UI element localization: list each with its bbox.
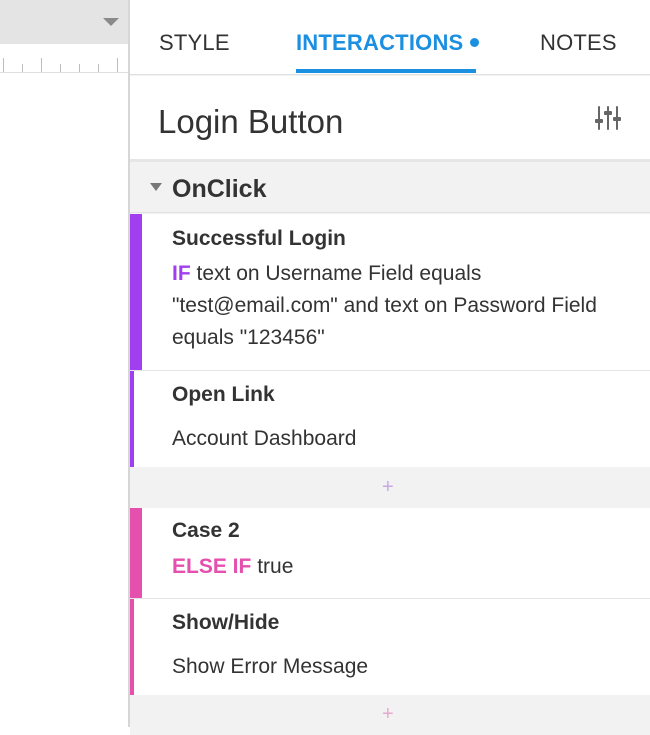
action-name: Show/Hide bbox=[172, 611, 280, 634]
add-action-row: + bbox=[130, 470, 650, 508]
condition-text: true bbox=[251, 555, 294, 578]
action-show-hide[interactable]: Show/Hide Show Error Message bbox=[130, 598, 650, 695]
case-condition: IF text on Username Field equals "test@e… bbox=[172, 258, 632, 354]
condition-keyword: IF bbox=[172, 262, 191, 285]
event-header-onclick[interactable]: OnClick bbox=[130, 165, 650, 213]
add-action-row: + bbox=[130, 697, 650, 735]
indicator-dot-icon bbox=[470, 37, 480, 47]
ruler-tick bbox=[22, 64, 23, 72]
collapse-caret-icon[interactable] bbox=[150, 183, 162, 191]
horizontal-ruler bbox=[0, 44, 129, 73]
inspector-panel: STYLE INTERACTIONS NOTES Login Button On… bbox=[130, 0, 650, 735]
condition-keyword: ELSE IF bbox=[172, 555, 252, 578]
case-color-bar bbox=[130, 214, 142, 370]
case-color-bar bbox=[130, 508, 142, 598]
action-color-bar bbox=[130, 599, 134, 695]
action-name: Open Link bbox=[172, 383, 275, 406]
canvas-toolbar bbox=[0, 0, 129, 44]
ruler-tick bbox=[3, 58, 4, 72]
ruler-tick bbox=[60, 64, 61, 72]
active-tab-underline bbox=[296, 69, 476, 73]
action-open-link[interactable]: Open Link Account Dashboard bbox=[130, 370, 650, 467]
condition-text: text on Username Field equals "test@emai… bbox=[172, 262, 597, 349]
widget-title: Login Button bbox=[158, 103, 344, 140]
action-color-bar bbox=[130, 371, 134, 467]
ruler-tick bbox=[117, 58, 118, 72]
tab-style[interactable]: STYLE bbox=[159, 30, 230, 56]
event-name: OnClick bbox=[172, 175, 267, 203]
case-name: Successful Login bbox=[172, 227, 346, 250]
case-name: Case 2 bbox=[172, 519, 240, 542]
chevron-down-icon[interactable] bbox=[103, 18, 119, 26]
widget-header: Login Button bbox=[130, 76, 650, 162]
add-icon[interactable]: + bbox=[382, 476, 394, 499]
inspector-tabs: STYLE INTERACTIONS NOTES bbox=[130, 0, 650, 75]
sliders-icon[interactable] bbox=[594, 104, 622, 132]
case-successful-login[interactable]: Successful Login IF text on Username Fie… bbox=[130, 214, 650, 370]
ruler-tick bbox=[79, 64, 80, 72]
tab-interactions-label: INTERACTIONS bbox=[296, 30, 464, 55]
ruler-tick bbox=[41, 58, 42, 72]
case-condition: ELSE IF true bbox=[172, 551, 632, 583]
add-icon[interactable]: + bbox=[382, 703, 394, 726]
tab-interactions[interactable]: INTERACTIONS bbox=[296, 30, 480, 56]
ruler-tick bbox=[98, 64, 99, 72]
canvas-area[interactable] bbox=[0, 0, 129, 727]
action-target: Show Error Message bbox=[172, 655, 369, 678]
case-2[interactable]: Case 2 ELSE IF true bbox=[130, 508, 650, 598]
tab-notes[interactable]: NOTES bbox=[540, 30, 617, 56]
action-target: Account Dashboard bbox=[172, 427, 357, 450]
